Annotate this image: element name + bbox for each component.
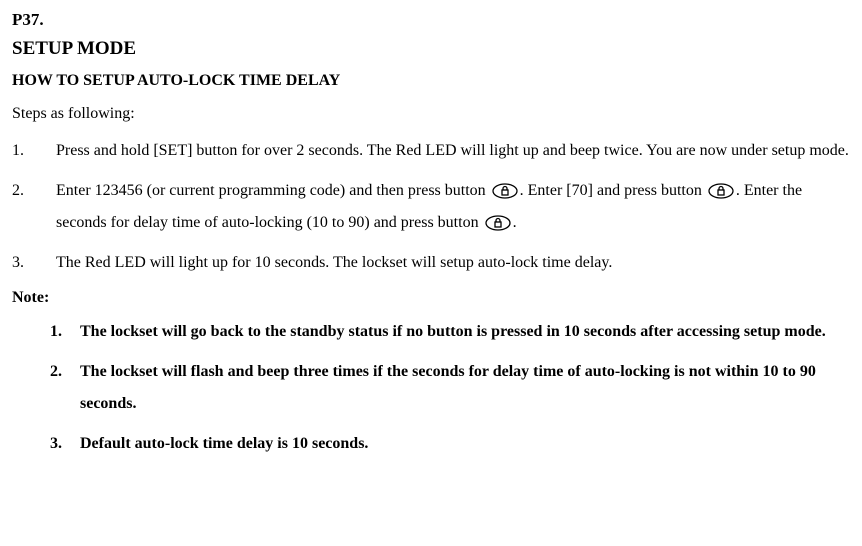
step-text: Enter 123456 (or current programming cod… (56, 175, 850, 239)
note-text: The lockset will go back to the standby … (80, 316, 850, 348)
note-number: 3. (50, 428, 80, 460)
note-number: 2. (50, 356, 80, 420)
step-item: 1. Press and hold [SET] button for over … (12, 135, 850, 167)
lock-button-icon (708, 183, 734, 199)
step-text: The Red LED will light up for 10 seconds… (56, 247, 850, 279)
note-number: 1. (50, 316, 80, 348)
page-label: P37. (12, 8, 850, 32)
subsection-title: HOW TO SETUP AUTO-LOCK TIME DELAY (12, 70, 850, 92)
section-title: SETUP MODE (12, 36, 850, 63)
step-item: 2. Enter 123456 (or current programming … (12, 175, 850, 239)
step-text-part: . (513, 214, 517, 231)
step-number: 2. (12, 175, 56, 239)
steps-list: 1. Press and hold [SET] button for over … (12, 135, 850, 279)
lock-button-icon (492, 183, 518, 199)
step-number: 3. (12, 247, 56, 279)
step-text-part: . Enter [70] and press button (520, 182, 706, 199)
note-item: 2. The lockset will flash and beep three… (50, 356, 850, 420)
note-text: The lockset will flash and beep three ti… (80, 356, 850, 420)
lock-button-icon (485, 215, 511, 231)
step-item: 3. The Red LED will light up for 10 seco… (12, 247, 850, 279)
notes-list: 1. The lockset will go back to the stand… (12, 316, 850, 460)
step-number: 1. (12, 135, 56, 167)
note-text: Default auto-lock time delay is 10 secon… (80, 428, 850, 460)
note-label: Note: (12, 287, 850, 309)
step-text-part: Enter 123456 (or current programming cod… (56, 182, 490, 199)
note-item: 1. The lockset will go back to the stand… (50, 316, 850, 348)
note-item: 3. Default auto-lock time delay is 10 se… (50, 428, 850, 460)
steps-intro: Steps as following: (12, 103, 850, 125)
step-text: Press and hold [SET] button for over 2 s… (56, 135, 850, 167)
